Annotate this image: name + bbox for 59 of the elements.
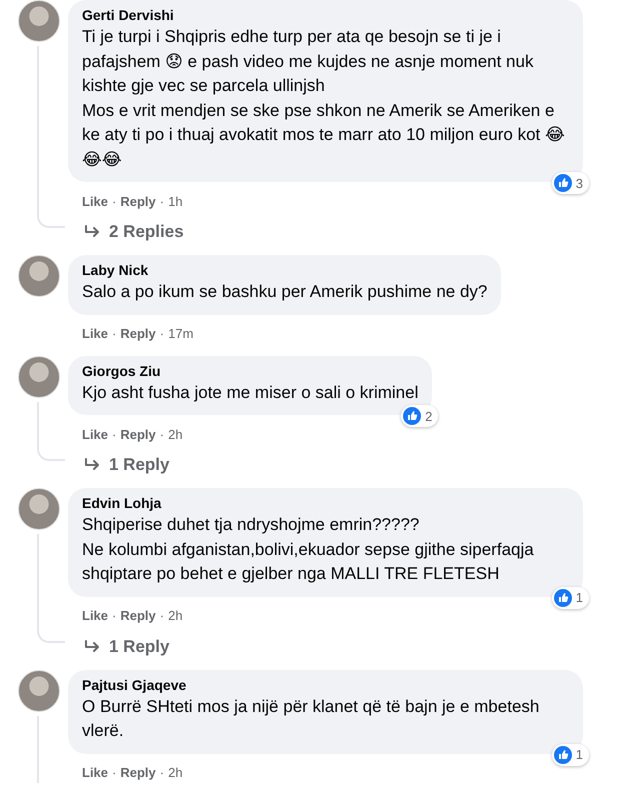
reply-arrow-icon xyxy=(84,640,101,654)
comment-action-link[interactable]: Reply xyxy=(120,765,156,780)
separator-dot: · xyxy=(160,608,164,623)
thumbs-up-icon xyxy=(554,746,572,764)
thumbs-up-icon xyxy=(403,407,422,425)
separator-dot: · xyxy=(160,426,164,442)
timestamp-link[interactable]: 2h xyxy=(168,765,183,780)
reaction-badge[interactable]: 3 xyxy=(552,172,589,194)
separator-dot: · xyxy=(112,326,116,341)
reaction-badge[interactable]: 1 xyxy=(552,586,589,608)
avatar[interactable] xyxy=(18,670,60,712)
comment-action-link[interactable]: Like xyxy=(82,326,108,341)
comment-action-link[interactable]: Like xyxy=(82,765,108,780)
reaction-count: 1 xyxy=(576,747,583,762)
reaction-badge[interactable]: 2 xyxy=(401,405,438,427)
comment-action-link[interactable]: Like xyxy=(82,608,108,623)
avatar[interactable] xyxy=(18,255,60,297)
comment-author[interactable]: Gerti Dervishi xyxy=(82,6,569,25)
separator-dot: · xyxy=(112,765,116,780)
separator-dot: · xyxy=(112,608,116,623)
reaction-count: 2 xyxy=(425,408,432,424)
comment-author[interactable]: Laby Nick xyxy=(82,261,488,280)
comment-author[interactable]: Edvin Lohja xyxy=(82,494,569,513)
timestamp-link[interactable]: 2h xyxy=(168,608,183,623)
thread-line xyxy=(37,402,65,461)
timestamp-link[interactable]: 2h xyxy=(168,426,183,442)
reply-arrow-icon xyxy=(84,458,101,472)
comment-action-link[interactable]: Reply xyxy=(120,326,156,341)
view-replies-link[interactable]: 1 Reply xyxy=(84,636,170,658)
comment-author[interactable]: Pajtusi Gjaqeve xyxy=(82,676,569,694)
avatar[interactable] xyxy=(18,0,60,42)
comment-action-link[interactable]: Like xyxy=(82,426,108,442)
separator-dot: · xyxy=(112,426,116,442)
comment-text: O Burrë SHteti mos ja nijë për klanet që të bajn je e mbetesh vlerë. xyxy=(82,696,540,742)
thumbs-up-icon xyxy=(554,174,572,192)
avatar[interactable] xyxy=(18,488,60,530)
separator-dot: · xyxy=(112,194,116,208)
comment-action-link[interactable]: Reply xyxy=(120,194,156,208)
separator-dot: · xyxy=(160,194,164,208)
comment-text: Salo a po ikum se bashku per Amerik pushime ne dy? xyxy=(82,281,488,303)
comment-action-link[interactable]: Reply xyxy=(120,426,156,442)
comment-text: Shqiperise duhet tja ndryshojme emrin????? Ne kolumbi afganistan,bolivi,ekuador sepse gjithe siperfaqja shqiptare po behet e gjelber nga MALLI TRE FLETESH xyxy=(82,514,535,585)
timestamp-link[interactable]: 1h xyxy=(168,194,183,208)
reply-arrow-icon xyxy=(84,225,101,239)
reaction-count: 1 xyxy=(576,590,583,605)
reaction-badge[interactable]: 1 xyxy=(552,744,589,766)
comment-action-link[interactable]: Like xyxy=(82,194,108,208)
avatar[interactable] xyxy=(18,356,60,398)
separator-dot: · xyxy=(160,326,164,341)
thumbs-up-icon xyxy=(554,588,572,606)
comment-text: Kjo asht fusha jote me miser o sali o kriminel xyxy=(82,382,418,404)
timestamp-link[interactable]: 17m xyxy=(168,326,194,341)
separator-dot: · xyxy=(160,765,164,780)
comment-author[interactable]: Giorgos Ziu xyxy=(82,362,418,380)
view-replies-link[interactable]: 2 Replies xyxy=(84,221,184,243)
comment-text: Ti je turpi i Shqipris edhe turp per ata qe besojn se ti je i pafajshem 😟 e pash video me kujdes ne asnje moment nuk kishte gje vec se parcela ullinjsh Mos e vrit mendjen se ske pse shkon ne Amerik se Ameriken e ke aty ti po i thuaj avokatit mos te marr ato 10 miljon euro kot 😂😂😂 xyxy=(82,26,566,170)
reaction-count: 3 xyxy=(576,176,583,190)
view-replies-link[interactable]: 1 Reply xyxy=(84,454,170,476)
comment-action-link[interactable]: Reply xyxy=(120,608,156,623)
